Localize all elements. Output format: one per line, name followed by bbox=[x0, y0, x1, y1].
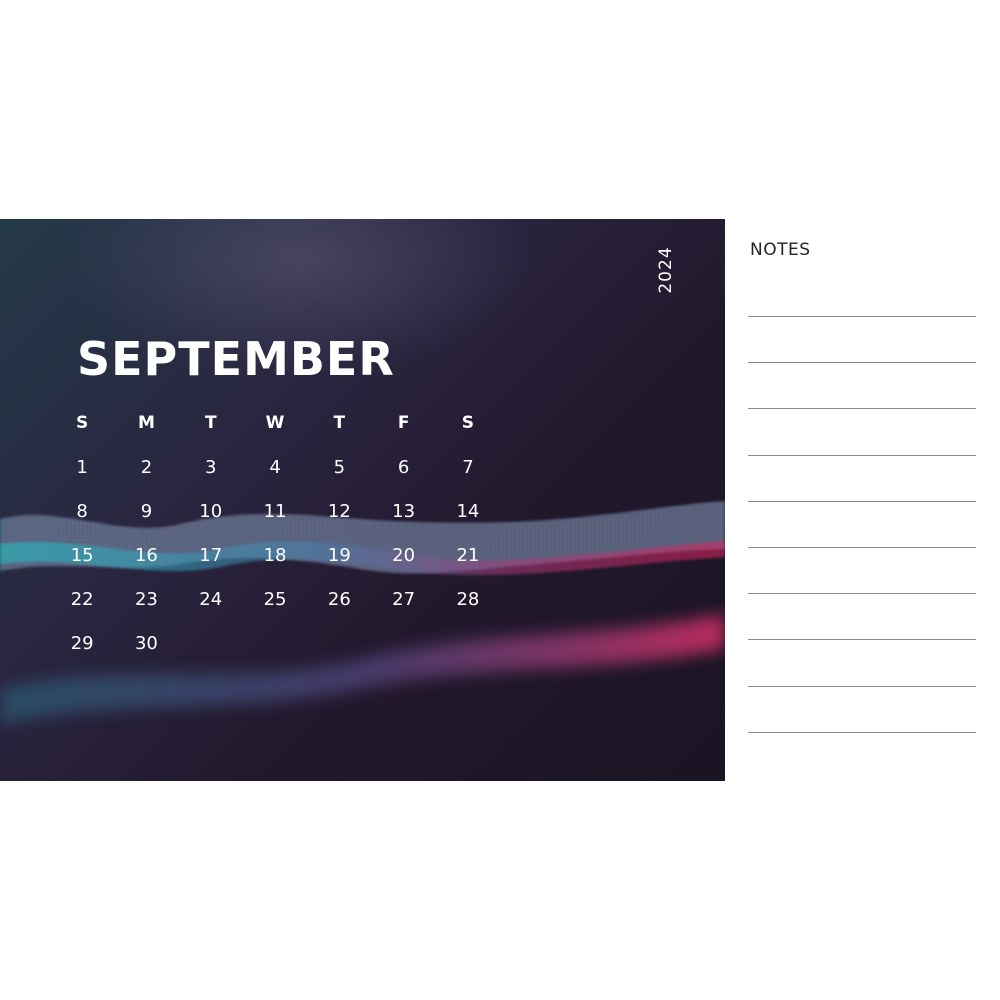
year-label: 2024 bbox=[656, 246, 676, 294]
day-cell: 20 bbox=[392, 544, 416, 566]
note-line bbox=[748, 454, 976, 456]
day-cell: 10 bbox=[199, 500, 223, 522]
day-cell: 18 bbox=[263, 544, 287, 566]
weekday-header: S bbox=[76, 413, 89, 433]
day-cell: 23 bbox=[134, 588, 158, 610]
day-cell: 30 bbox=[134, 632, 158, 654]
day-cell: 25 bbox=[263, 588, 287, 610]
note-line bbox=[748, 685, 976, 687]
day-cell: 13 bbox=[392, 500, 416, 522]
day-cell: 21 bbox=[456, 544, 480, 566]
day-cell: 5 bbox=[333, 456, 346, 478]
day-cell: 22 bbox=[70, 588, 94, 610]
calendar-card: SEPTEMBER 2024 S M T W T F S 1 2 3 4 5 6 7 8 9 10 11 12 13 1… bbox=[0, 219, 725, 781]
weekday-header: S bbox=[461, 413, 475, 433]
weekday-header: W bbox=[265, 413, 285, 433]
day-cell: 19 bbox=[327, 544, 351, 566]
note-line bbox=[748, 316, 976, 317]
day-cell: 27 bbox=[392, 588, 416, 610]
day-cell: 14 bbox=[456, 500, 480, 522]
day-cell: 28 bbox=[456, 588, 480, 610]
day-cell: 15 bbox=[70, 544, 94, 566]
note-line bbox=[748, 593, 976, 595]
day-cell: 2 bbox=[140, 456, 153, 478]
note-line bbox=[748, 500, 976, 502]
day-cell: 12 bbox=[327, 500, 351, 522]
calendar-grid: S M T W T F S 1 2 3 4 5 6 7 8 9 10 11 12 13 14 15 16 17 18 19 20 21… bbox=[50, 401, 500, 665]
weekday-header: F bbox=[397, 413, 410, 433]
notes-title: NOTES bbox=[750, 240, 811, 260]
note-line bbox=[748, 547, 976, 548]
day-cell: 1 bbox=[76, 456, 88, 478]
day-cell: 7 bbox=[462, 456, 474, 478]
note-line bbox=[748, 362, 976, 364]
day-cell: 16 bbox=[134, 544, 158, 566]
day-cell: 3 bbox=[205, 456, 217, 478]
day-cell: 4 bbox=[269, 456, 281, 478]
weekday-header: T bbox=[204, 413, 217, 433]
note-line bbox=[748, 639, 976, 641]
day-cell: 8 bbox=[76, 500, 88, 522]
month-title: SEPTEMBER bbox=[77, 332, 395, 386]
note-line bbox=[748, 408, 976, 410]
weekday-header: M bbox=[137, 413, 155, 433]
day-cell: 29 bbox=[70, 632, 94, 654]
note-line bbox=[748, 731, 976, 733]
weekday-header: T bbox=[333, 413, 346, 433]
day-cell: 26 bbox=[327, 588, 351, 610]
day-cell: 24 bbox=[199, 588, 223, 610]
day-cell: 11 bbox=[263, 500, 287, 522]
day-cell: 17 bbox=[199, 544, 223, 566]
day-cell: 9 bbox=[140, 500, 153, 522]
day-cell: 6 bbox=[397, 456, 410, 478]
